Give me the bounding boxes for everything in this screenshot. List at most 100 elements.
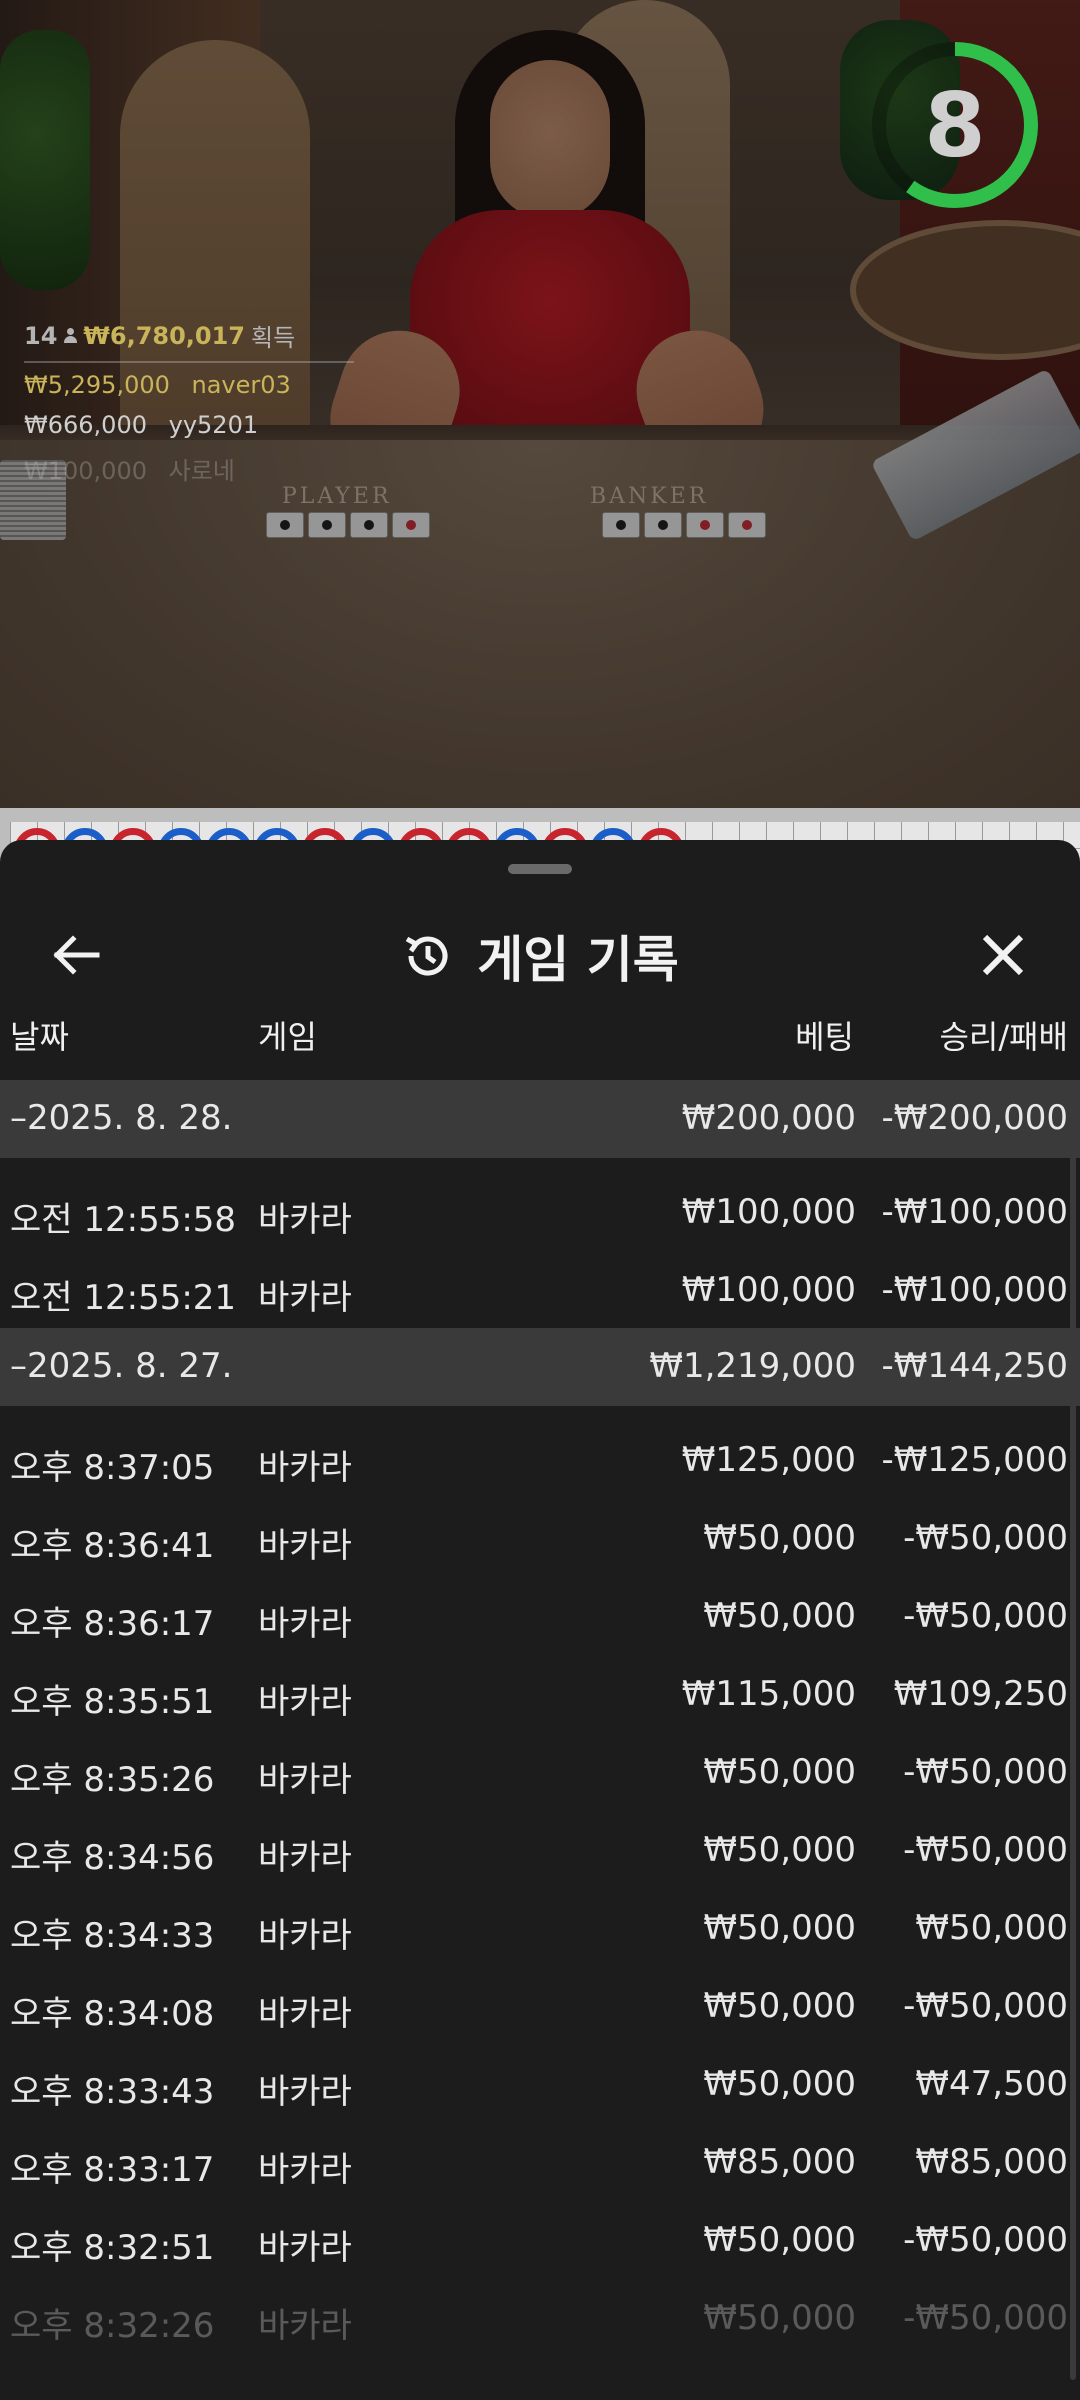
row-result: -₩50,000 bbox=[903, 1986, 1068, 2026]
row-result: -₩50,000 bbox=[903, 1752, 1068, 1792]
table-row[interactable]: 오후 8:36:17 바카라 ₩50,000 -₩50,000 bbox=[0, 1576, 1080, 1654]
table-row[interactable]: 오전 12:55:21 바카라 ₩100,000 -₩100,000 bbox=[0, 1250, 1080, 1328]
row-result: ₩109,250 bbox=[893, 1674, 1068, 1714]
table-row[interactable]: 오후 8:32:51 바카라 ₩50,000 -₩50,000 bbox=[0, 2200, 1080, 2278]
row-game: 바카라 bbox=[258, 1760, 352, 1800]
timer-value: 8 bbox=[924, 73, 986, 177]
date-group-row[interactable]: –2025. 8. 27. ₩1,219,000 -₩144,250 bbox=[0, 1328, 1080, 1406]
group-date: –2025. 8. 28. bbox=[10, 1098, 233, 1138]
row-spacer bbox=[0, 1158, 1080, 1172]
row-bet: ₩50,000 bbox=[703, 2298, 856, 2338]
winner-amount: ₩100,000 bbox=[24, 457, 147, 485]
row-bet: ₩100,000 bbox=[681, 1270, 856, 1310]
row-bet: ₩50,000 bbox=[703, 1908, 856, 1948]
history-table[interactable]: –2025. 8. 28. ₩200,000 -₩200,000 오전 12:55:5… bbox=[0, 1080, 1080, 2356]
row-game: 바카라 bbox=[258, 1916, 352, 1956]
person-icon bbox=[63, 327, 78, 344]
row-bet: ₩50,000 bbox=[703, 1986, 856, 2026]
row-game: 바카라 bbox=[258, 2072, 352, 2112]
table-row[interactable]: 오후 8:36:41 바카라 ₩50,000 -₩50,000 bbox=[0, 1498, 1080, 1576]
sheet-title-group: 게임 기록 bbox=[0, 920, 1080, 992]
row-result: -₩50,000 bbox=[903, 1830, 1068, 1870]
row-bet: ₩50,000 bbox=[703, 1518, 856, 1558]
row-result: ₩50,000 bbox=[915, 1908, 1068, 1948]
table-row[interactable]: 오후 8:33:17 바카라 ₩85,000 ₩85,000 bbox=[0, 2122, 1080, 2200]
group-result-total: -₩144,250 bbox=[881, 1346, 1069, 1386]
winners-total: ₩6,780,017 bbox=[83, 321, 246, 350]
game-history-sheet: 게임 기록 날짜 게임 베팅 승리/패배 –2025. 8. 28. ₩200,0… bbox=[0, 840, 1080, 2400]
table-row[interactable]: 오후 8:37:05 바카라 ₩125,000 -₩125,000 bbox=[0, 1420, 1080, 1498]
winner-name: naver03 bbox=[191, 371, 291, 399]
row-time: 오후 8:32:26 bbox=[10, 2306, 215, 2346]
winners-summary: 14 ₩6,780,017 획득 bbox=[24, 318, 364, 353]
row-game: 바카라 bbox=[258, 1278, 352, 1318]
row-bet: ₩50,000 bbox=[703, 1830, 856, 1870]
row-time: 오후 8:34:08 bbox=[10, 1994, 215, 2034]
row-result: ₩85,000 bbox=[915, 2142, 1068, 2182]
row-time: 오후 8:36:17 bbox=[10, 1604, 215, 1644]
row-game: 바카라 bbox=[258, 1994, 352, 2034]
row-time: 오후 8:33:43 bbox=[10, 2072, 215, 2112]
column-header-result: 승리/패배 bbox=[939, 1018, 1068, 1056]
winners-total-label: 획득 bbox=[251, 324, 296, 352]
group-bet-total: ₩1,219,000 bbox=[649, 1346, 856, 1386]
row-bet: ₩50,000 bbox=[703, 1752, 856, 1792]
winner-row: ₩666,000 yy5201 bbox=[24, 411, 364, 439]
row-game: 바카라 bbox=[258, 2228, 352, 2268]
row-time: 오전 12:55:21 bbox=[10, 1278, 237, 1318]
winner-row: ₩5,295,000 naver03 bbox=[24, 371, 364, 399]
sheet-header: 게임 기록 bbox=[0, 900, 1080, 1010]
row-time: 오후 8:37:05 bbox=[10, 1448, 215, 1488]
countdown-timer: 8 bbox=[868, 38, 1042, 212]
sheet-drag-handle[interactable] bbox=[508, 864, 572, 874]
winner-name: yy5201 bbox=[168, 411, 259, 439]
winners-panel: 14 ₩6,780,017 획득 ₩5,295,000 naver03 ₩666… bbox=[24, 318, 364, 498]
close-button[interactable] bbox=[970, 922, 1036, 988]
winner-amount: ₩666,000 bbox=[24, 411, 147, 439]
row-result: -₩100,000 bbox=[881, 1270, 1069, 1310]
table-row[interactable]: 오전 12:55:58 바카라 ₩100,000 -₩100,000 bbox=[0, 1172, 1080, 1250]
row-time: 오후 8:32:51 bbox=[10, 2228, 215, 2268]
group-result-total: -₩200,000 bbox=[881, 1098, 1069, 1138]
row-game: 바카라 bbox=[258, 1526, 352, 1566]
row-time: 오후 8:33:17 bbox=[10, 2150, 215, 2190]
scrollbar[interactable] bbox=[1070, 1080, 1076, 2380]
row-game: 바카라 bbox=[258, 2306, 352, 2346]
table-header: 날짜 게임 베팅 승리/패배 bbox=[0, 1012, 1080, 1082]
row-time: 오후 8:35:51 bbox=[10, 1682, 215, 1722]
row-time: 오후 8:34:33 bbox=[10, 1916, 215, 1956]
winner-row: ₩100,000 사로네 bbox=[24, 451, 364, 486]
table-row[interactable]: 오후 8:33:43 바카라 ₩50,000 ₩47,500 bbox=[0, 2044, 1080, 2122]
table-row[interactable]: 오후 8:32:26 바카라 ₩50,000 -₩50,000 bbox=[0, 2278, 1080, 2356]
group-bet-total: ₩200,000 bbox=[681, 1098, 856, 1138]
divider bbox=[24, 361, 354, 363]
page-title: 게임 기록 bbox=[477, 931, 679, 989]
live-video[interactable]: PLAYER BANKER 14 ₩6,780,017 획득 ₩5,295,00… bbox=[0, 0, 1080, 810]
row-game: 바카라 bbox=[258, 1838, 352, 1878]
column-header-bet: 베팅 bbox=[795, 1018, 854, 1056]
row-game: 바카라 bbox=[258, 1448, 352, 1488]
winner-name: 사로네 bbox=[168, 457, 235, 485]
row-time: 오후 8:34:56 bbox=[10, 1838, 215, 1878]
table-row[interactable]: 오후 8:35:26 바카라 ₩50,000 -₩50,000 bbox=[0, 1732, 1080, 1810]
row-time: 오후 8:36:41 bbox=[10, 1526, 215, 1566]
row-bet: ₩85,000 bbox=[703, 2142, 856, 2182]
row-game: 바카라 bbox=[258, 1200, 352, 1240]
row-time: 오전 12:55:58 bbox=[10, 1200, 237, 1240]
close-icon bbox=[982, 934, 1024, 976]
row-bet: ₩50,000 bbox=[703, 2220, 856, 2260]
row-bet: ₩100,000 bbox=[681, 1192, 856, 1232]
table-row[interactable]: 오후 8:34:08 바카라 ₩50,000 -₩50,000 bbox=[0, 1966, 1080, 2044]
row-bet: ₩50,000 bbox=[703, 1596, 856, 1636]
column-header-date: 날짜 bbox=[10, 1018, 69, 1056]
row-game: 바카라 bbox=[258, 2150, 352, 2190]
column-header-game: 게임 bbox=[258, 1018, 317, 1056]
date-group-row[interactable]: –2025. 8. 28. ₩200,000 -₩200,000 bbox=[0, 1080, 1080, 1158]
table-row[interactable]: 오후 8:34:56 바카라 ₩50,000 -₩50,000 bbox=[0, 1810, 1080, 1888]
row-bet: ₩50,000 bbox=[703, 2064, 856, 2104]
table-row[interactable]: 오후 8:35:51 바카라 ₩115,000 ₩109,250 bbox=[0, 1654, 1080, 1732]
row-result: -₩50,000 bbox=[903, 1518, 1068, 1558]
row-result: -₩50,000 bbox=[903, 2220, 1068, 2260]
history-icon bbox=[406, 936, 448, 976]
table-row[interactable]: 오후 8:34:33 바카라 ₩50,000 ₩50,000 bbox=[0, 1888, 1080, 1966]
